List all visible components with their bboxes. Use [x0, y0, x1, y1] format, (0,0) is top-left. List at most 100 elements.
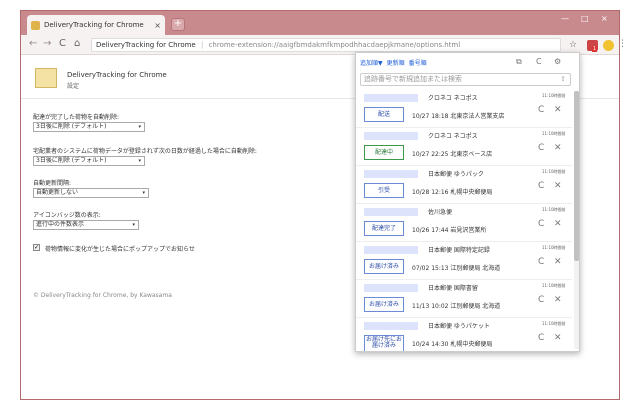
auto-delete-label: 配達が完了した荷物を自動削除: [33, 114, 120, 121]
carrier-name: 日本郵便 国際書留 [428, 285, 478, 292]
tracking-entry: クロネコ ネコポス 配送 10/27 18:18 北東京法人営業支店 11:10… [356, 91, 572, 128]
update-interval-select[interactable]: 自動更新しない ▾ [33, 188, 149, 198]
status-badge[interactable]: お届け済み [364, 259, 404, 274]
status-badge[interactable]: 引受 [364, 183, 404, 198]
delete-icon[interactable]: ✕ [554, 181, 562, 191]
refresh-icon[interactable]: C [538, 105, 544, 115]
delete-icon[interactable]: ✕ [554, 295, 562, 305]
status-badge[interactable]: 配達中 [364, 145, 404, 160]
update-interval-label: 自動更新間隔: [33, 180, 72, 187]
update-time: 11:10時間前 [542, 131, 566, 136]
bookmark-star-icon[interactable]: ☆ [569, 40, 577, 50]
update-time: 11:10時間前 [542, 321, 566, 326]
sort-updated-link[interactable]: 更新順 [387, 60, 405, 67]
tracking-number-redacted [364, 94, 418, 102]
scrollbar-thumb[interactable] [574, 91, 579, 261]
omnibox-page-title: DeliveryTracking for Chrome [96, 41, 196, 49]
status-detail: 10/27 18:18 北東京法人営業支店 [412, 113, 505, 120]
status-badge[interactable]: お届け済み [364, 297, 404, 312]
tracking-entry: 日本郵便 ゆうパケット お届け先にお届け済み 10/24 14:30 札幌中央郵… [356, 319, 572, 351]
update-interval-value: 自動更新しない [36, 189, 79, 196]
refresh-icon[interactable]: C [538, 219, 544, 229]
refresh-icon[interactable]: C [538, 181, 544, 191]
extension-badge: 1 [592, 46, 598, 52]
tracking-number-redacted [364, 208, 418, 216]
reload-all-icon[interactable]: C [536, 57, 542, 66]
tracking-number-redacted [364, 322, 418, 330]
tracking-entry: 日本郵便 国際書留 お届け済み 11/13 10:02 江別郵便局 北海道 11… [356, 281, 572, 318]
home-icon[interactable]: ⌂ [74, 38, 80, 49]
minimize-icon[interactable]: — [561, 14, 569, 23]
tracking-number-redacted [364, 284, 418, 292]
popup-scrollbar[interactable] [574, 91, 579, 349]
delete-icon[interactable]: ✕ [554, 105, 562, 115]
sort-added-link[interactable]: 追加順▼ [360, 60, 383, 67]
update-time: 11:10時間前 [542, 169, 566, 174]
carrier-name: クロネコ ネコポス [428, 95, 478, 102]
sort-links: 追加順▼ 更新順 番号順 [360, 58, 431, 67]
chevron-down-icon: ▾ [132, 222, 135, 228]
page-subtitle: 設定 [67, 83, 80, 90]
emoji-extension-icon[interactable] [603, 40, 614, 51]
page-title: DeliveryTracking for Chrome [67, 71, 167, 79]
extension-popup: 追加順▼ 更新順 番号順 ⧉ C ⚙ 追跡番号で新規追加または検索 ⇧ クロネコ ネ… [355, 52, 580, 352]
refresh-icon[interactable]: C [538, 295, 544, 305]
address-bar[interactable]: DeliveryTracking for Chrome | chrome-ext… [91, 38, 561, 52]
copy-icon[interactable]: ⧉ [516, 57, 522, 67]
browser-menu-icon[interactable]: ⋮ [618, 39, 627, 49]
status-detail: 10/24 14:30 札幌中央郵便局 [412, 341, 493, 348]
tab-title: DeliveryTracking for Chrome [44, 21, 144, 29]
tracking-entry: 佐川急便 配達完了 10/26 17:44 岩見沢営業所 11:10時間前 C … [356, 205, 572, 242]
tracking-number-redacted [364, 170, 418, 178]
box-logo-icon [35, 68, 57, 88]
update-time: 11:10時間前 [542, 245, 566, 250]
delete-icon[interactable]: ✕ [554, 257, 562, 267]
reload-icon[interactable]: C [59, 38, 66, 49]
delete-icon[interactable]: ✕ [554, 333, 562, 343]
update-time: 11:10時間前 [542, 207, 566, 212]
status-badge[interactable]: 配送 [364, 107, 404, 122]
chevron-down-icon: ▾ [142, 190, 145, 196]
carrier-name: 佐川急便 [428, 209, 453, 216]
carrier-name: 日本郵便 ゆうパケット [428, 323, 490, 330]
popup-notify-checkbox[interactable]: ✓ [33, 244, 40, 251]
tracking-number-redacted [364, 132, 418, 140]
sort-number-link[interactable]: 番号順 [409, 60, 427, 67]
search-submit-icon[interactable]: ⇧ [560, 74, 566, 85]
extension-favicon-icon [31, 20, 40, 30]
delete-icon[interactable]: ✕ [554, 143, 562, 153]
status-detail: 10/27 22:25 北東京ベース店 [412, 151, 493, 158]
tracking-number-redacted [364, 246, 418, 254]
back-icon[interactable]: ← [29, 38, 37, 49]
status-detail: 10/26 17:44 岩見沢営業所 [412, 227, 487, 234]
chevron-down-icon: ▾ [138, 158, 141, 164]
browser-tab[interactable]: DeliveryTracking for Chrome × [27, 15, 165, 35]
title-bar: DeliveryTracking for Chrome × + — □ × [21, 11, 619, 35]
delete-icon[interactable]: ✕ [554, 219, 562, 229]
carrier-name: クロネコ ネコポス [428, 133, 478, 140]
badge-count-select[interactable]: 進行中の件数表示 ▾ [33, 220, 139, 230]
tracking-search-input[interactable]: 追跡番号で新規追加または検索 ⇧ [360, 73, 571, 86]
omnibox-separator: | [200, 41, 204, 49]
status-badge[interactable]: お届け先にお届け済み [364, 335, 404, 351]
refresh-icon[interactable]: C [538, 143, 544, 153]
search-placeholder: 追跡番号で新規追加または検索 [364, 75, 462, 83]
forward-icon[interactable]: → [43, 38, 51, 49]
status-badge[interactable]: 配達完了 [364, 221, 404, 236]
status-detail: 10/28 12:16 札幌中央郵便局 [412, 189, 493, 196]
auto-delete-select[interactable]: 3日後に削除 (デフォルト) ▾ [33, 122, 145, 132]
new-tab-button[interactable]: + [171, 18, 185, 31]
status-detail: 11/13 10:02 江別郵便局 北海道 [412, 303, 501, 310]
unregistered-delete-select[interactable]: 3日後に削除 (デフォルト) ▾ [33, 156, 145, 166]
refresh-icon[interactable]: C [538, 257, 544, 267]
tracking-entry: クロネコ ネコポス 配達中 10/27 22:25 北東京ベース店 11:10時… [356, 129, 572, 166]
maximize-icon[interactable]: □ [581, 14, 589, 23]
update-time: 11:10時間前 [542, 283, 566, 288]
copyright-text: © DeliveryTracking for Chrome, by Kawasa… [33, 292, 172, 299]
auto-delete-value: 3日後に削除 (デフォルト) [36, 123, 107, 130]
update-time: 11:10時間前 [542, 93, 566, 98]
window-close-icon[interactable]: × [601, 14, 608, 23]
refresh-icon[interactable]: C [538, 333, 544, 343]
gear-icon[interactable]: ⚙ [554, 57, 561, 66]
tab-close-icon[interactable]: × [154, 21, 161, 30]
